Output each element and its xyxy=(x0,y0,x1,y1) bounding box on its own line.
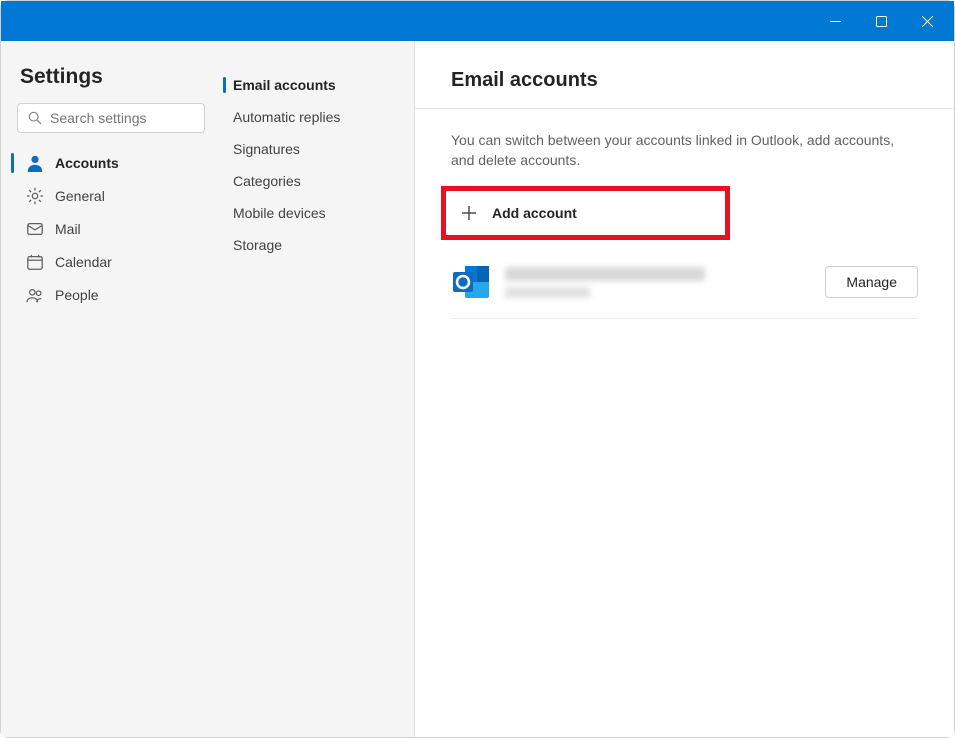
main-panel: Email accounts You can switch between yo… xyxy=(415,41,954,737)
sidebar-item-calendar[interactable]: Calendar xyxy=(17,246,205,278)
subnav-automatic-replies[interactable]: Automatic replies xyxy=(223,101,398,133)
search-input[interactable] xyxy=(50,110,194,126)
account-email-redacted xyxy=(505,267,705,281)
plus-icon xyxy=(460,204,478,222)
sidebar-item-label: Mail xyxy=(55,221,81,237)
people-icon xyxy=(25,285,45,305)
gear-icon xyxy=(25,186,45,206)
minimize-button[interactable] xyxy=(812,1,858,41)
sub-sidebar: Email accounts Automatic replies Signatu… xyxy=(215,41,415,737)
account-type-redacted xyxy=(505,287,590,298)
account-info xyxy=(505,267,825,298)
sidebar-item-label: General xyxy=(55,188,105,204)
manage-button[interactable]: Manage xyxy=(825,266,918,298)
subnav-email-accounts[interactable]: Email accounts xyxy=(223,69,398,101)
titlebar xyxy=(1,1,954,41)
subnav-storage[interactable]: Storage xyxy=(223,229,398,261)
sidebar-item-people[interactable]: People xyxy=(17,279,205,311)
sidebar: Settings Accounts General Mail xyxy=(1,41,215,737)
mail-icon xyxy=(25,219,45,239)
search-icon xyxy=(28,111,42,125)
subnav-mobile-devices[interactable]: Mobile devices xyxy=(223,197,398,229)
add-account-highlight: Add account xyxy=(441,186,730,240)
outlook-icon xyxy=(451,264,491,300)
sidebar-item-accounts[interactable]: Accounts xyxy=(17,147,205,179)
page-title: Email accounts xyxy=(451,69,918,92)
subnav-categories[interactable]: Categories xyxy=(223,165,398,197)
sidebar-item-mail[interactable]: Mail xyxy=(17,213,205,245)
main-content: Settings Accounts General Mail xyxy=(1,41,954,737)
sidebar-item-label: People xyxy=(55,287,99,303)
close-button[interactable] xyxy=(904,1,950,41)
maximize-button[interactable] xyxy=(858,1,904,41)
person-icon xyxy=(25,153,45,173)
add-account-button[interactable]: Add account xyxy=(448,194,723,232)
sidebar-item-label: Calendar xyxy=(55,254,112,270)
sidebar-item-general[interactable]: General xyxy=(17,180,205,212)
page-description: You can switch between your accounts lin… xyxy=(451,131,918,170)
sidebar-item-label: Accounts xyxy=(55,155,119,171)
settings-title: Settings xyxy=(17,65,205,89)
calendar-icon xyxy=(25,252,45,272)
account-row: Manage xyxy=(451,252,918,319)
search-box[interactable] xyxy=(17,103,205,133)
add-account-label: Add account xyxy=(492,205,577,221)
subnav-signatures[interactable]: Signatures xyxy=(223,133,398,165)
divider xyxy=(415,108,954,109)
